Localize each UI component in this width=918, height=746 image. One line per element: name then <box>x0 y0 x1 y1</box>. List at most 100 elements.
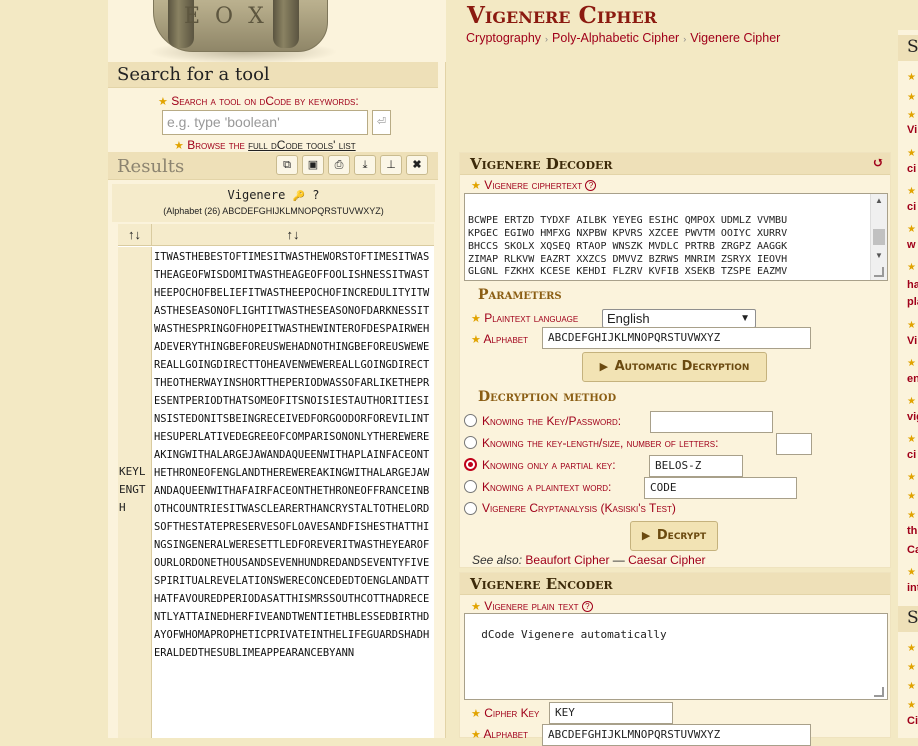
help-icon[interactable]: ? <box>585 180 597 191</box>
ciphertext-label: ★ Vigenere ciphertext ? <box>471 178 597 192</box>
hero-letters: E O X <box>184 4 268 29</box>
language-select[interactable]: English ▼ <box>602 309 756 328</box>
results-title-block: Vigenere 🔑 ? (Alphabet (26) ABCDEFGHIJKL… <box>112 184 435 222</box>
pin-icon[interactable]: ⊥ <box>380 155 402 175</box>
breadcrumb-poly-alphabetic[interactable]: Poly-Alphabetic Cipher <box>552 31 679 45</box>
right-link[interactable]: int <box>907 582 918 594</box>
star-icon: ★ <box>907 358 916 369</box>
breadcrumb: Cryptography › Poly-Alphabetic Cipher › Vige… <box>466 31 781 45</box>
sort-key-column[interactable]: ↑↓ <box>118 224 152 246</box>
key-length-input[interactable] <box>776 433 812 455</box>
star-icon: ★ <box>907 72 916 83</box>
star-icon: ★ <box>471 729 481 741</box>
language-label: ★ Plaintext language <box>471 311 579 325</box>
encoder-alphabet-label: ★ Alphabet <box>471 727 529 741</box>
radio-key-length[interactable] <box>464 436 477 449</box>
radio-plaintext-word[interactable] <box>464 480 477 493</box>
enter-icon[interactable]: ⏎ <box>372 110 391 135</box>
key-input[interactable] <box>650 411 773 433</box>
search-label: ★ Search a tool on dCode by keywords: <box>158 94 359 108</box>
scroll-thumb[interactable] <box>873 229 885 245</box>
see-also: See also: Beaufort Cipher — Caesar Ciphe… <box>472 553 706 567</box>
sort-text-column[interactable]: ↑↓ <box>152 224 434 246</box>
link-caesar-cipher[interactable]: Caesar Cipher <box>628 553 705 567</box>
right-link[interactable]: Ca <box>907 544 918 556</box>
help-icon[interactable]: ? <box>581 601 593 612</box>
print-icon[interactable]: ⎙ <box>328 155 350 175</box>
star-icon: ★ <box>907 472 916 483</box>
search-input[interactable]: e.g. type 'boolean' <box>162 110 368 135</box>
star-icon: ★ <box>907 700 916 711</box>
automatic-decryption-button[interactable]: ▶ Automatic Decryption <box>582 352 767 382</box>
right-link[interactable]: ha <box>907 279 918 291</box>
scroll-down-icon[interactable]: ▼ <box>871 250 887 262</box>
star-icon: ★ <box>907 510 916 521</box>
breadcrumb-cryptography[interactable]: Cryptography <box>466 31 541 45</box>
chevron-down-icon: ▼ <box>740 313 750 324</box>
results-table: ↑↓ ↑↓ KEYLENGTH ITWASTHEBESTOFTIMESITWAS… <box>118 224 434 738</box>
key-cell: KEYLENGTH <box>119 465 146 514</box>
label-plaintext-word: Knowing a plaintext word: <box>482 480 612 494</box>
star-icon: ★ <box>471 180 481 192</box>
right-heading-2: S <box>898 606 918 632</box>
browse-tools-link[interactable]: ★ Browse the full dCode tools' list <box>174 138 356 152</box>
star-icon: ★ <box>907 567 916 578</box>
star-icon: ★ <box>471 601 481 613</box>
radio-kasiski[interactable] <box>464 502 477 515</box>
ciphertext-value: BCWPE ERTZD TYDXF AILBK YEYEG ESIHC QMPO… <box>468 215 788 280</box>
right-link[interactable]: ci <box>907 449 916 461</box>
partial-key-input[interactable]: BELOS-Z <box>649 455 743 477</box>
save-icon[interactable]: ▣ <box>302 155 324 175</box>
page-title: Vigenere Cipher <box>467 2 657 29</box>
alphabet-label: ★ Alphabet <box>471 332 529 346</box>
star-icon: ★ <box>907 434 916 445</box>
cipher-key-input[interactable]: KEY <box>549 702 673 724</box>
alphabet-input[interactable]: ABCDEFGHIJKLMNOPQRSTUVWXYZ <box>542 327 811 349</box>
breadcrumb-vigenere[interactable]: Vigenere Cipher <box>690 31 780 45</box>
decrypt-button[interactable]: ▶ Decrypt <box>630 521 718 551</box>
right-link[interactable]: ci <box>907 163 916 175</box>
star-icon: ★ <box>907 224 916 235</box>
right-link[interactable]: pla <box>907 296 918 308</box>
link-beaufort-cipher[interactable]: Beaufort Cipher <box>525 553 609 567</box>
key-icon: 🔑 <box>292 191 305 202</box>
star-icon: ★ <box>907 396 916 407</box>
copy-icon[interactable]: ⧉ <box>276 155 298 175</box>
close-icon[interactable]: ✖ <box>406 155 428 175</box>
encoder-alphabet-input[interactable]: ABCDEFGHIJKLMNOPQRSTUVWXYZ <box>542 724 811 746</box>
right-link[interactable]: vig <box>907 411 918 423</box>
label-key-length: Knowing the key-length/size, number of l… <box>482 436 719 450</box>
resize-grip-icon[interactable] <box>874 267 884 277</box>
question-icon: ? <box>312 188 320 202</box>
plaintext-value: dCode Vigenere automatically <box>481 627 667 641</box>
radio-partial-key[interactable] <box>464 458 477 471</box>
parameters-heading: Parameters <box>478 287 562 303</box>
right-link[interactable]: ci <box>907 201 916 213</box>
label-partial-key: Knowing only a partial key: <box>482 458 616 472</box>
right-link[interactable]: Vi <box>907 335 917 347</box>
star-icon: ★ <box>471 334 481 346</box>
plaintext-word-input[interactable]: CODE <box>644 477 797 499</box>
table-row-key: KEYLENGTH <box>118 247 152 738</box>
radio-known-key[interactable] <box>464 414 477 427</box>
right-link[interactable]: w <box>907 239 916 251</box>
decoder-heading: Vigenere Decoder ↺ <box>460 153 890 175</box>
hero-cryptex-image: E O X <box>108 0 446 62</box>
right-link[interactable]: th <box>907 525 917 537</box>
download-icon[interactable]: ⤓ <box>354 155 376 175</box>
right-sidebar: S ★ ★ ★ Vi ★ ci ★ ci ★ w ★ ha pla ★ Vi ★… <box>898 30 918 738</box>
ciphertext-input[interactable]: BCWPE ERTZD TYDXF AILBK YEYEG ESIHC QMPO… <box>464 193 888 281</box>
search-heading: Search for a tool <box>108 62 438 88</box>
star-icon: ★ <box>174 140 184 152</box>
plaintext-input[interactable]: dCode Vigenere automatically <box>464 613 888 700</box>
cipher-key-label: ★ Cipher Key <box>471 706 540 720</box>
resize-grip-icon[interactable] <box>874 687 884 697</box>
right-link[interactable]: en <box>907 373 918 385</box>
scroll-up-icon[interactable]: ▲ <box>871 195 887 207</box>
results-heading: Results <box>117 156 185 177</box>
right-link[interactable]: Ci <box>907 715 918 727</box>
refresh-icon[interactable]: ↺ <box>872 155 884 171</box>
star-icon: ★ <box>907 148 916 159</box>
decrypted-text: ITWASTHEBESTOFTIMESITWASTHEWORSTOFTIMESI… <box>154 251 430 659</box>
right-link[interactable]: Vi <box>907 124 917 136</box>
